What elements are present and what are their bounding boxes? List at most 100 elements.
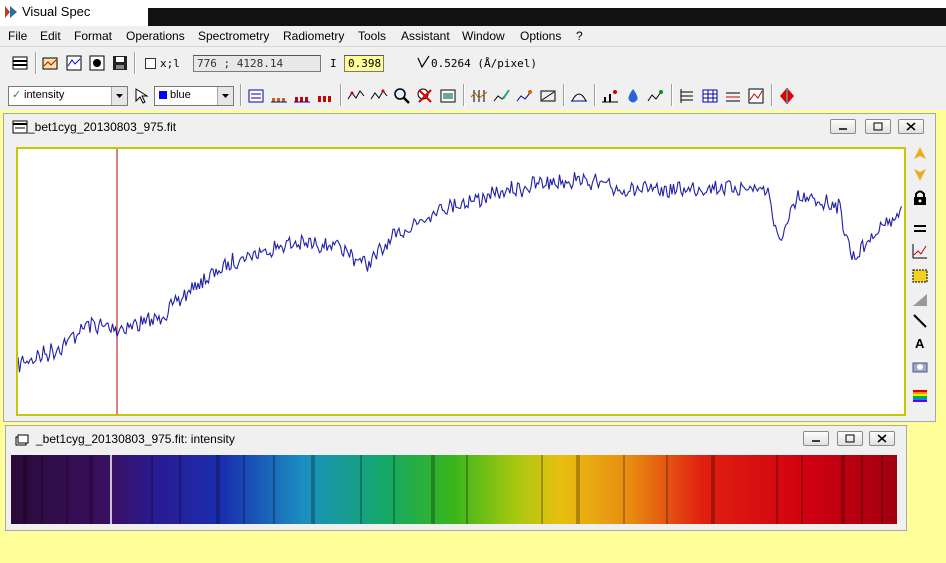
peak-icon[interactable] (316, 87, 334, 105)
absorption-line (179, 455, 181, 524)
absorption-line (711, 455, 715, 524)
svg-text:A: A (915, 336, 925, 351)
dispersion-readout: 0.5264 (Å/pixel) (431, 57, 537, 70)
xl-checkbox[interactable] (145, 58, 156, 69)
maximize-icon (845, 434, 855, 443)
intensity-field[interactable]: 0.398 (344, 55, 384, 72)
menu-window[interactable]: Window (462, 29, 505, 43)
zoom-icon[interactable] (393, 87, 411, 105)
continuum-icon[interactable] (601, 87, 619, 105)
menu-operations[interactable]: Operations (126, 29, 185, 43)
absorption-line (861, 455, 863, 524)
gradient-icon[interactable] (911, 290, 929, 308)
title-bar: Visual Spec (0, 0, 946, 26)
toolbar-separator (240, 84, 242, 106)
absorption-line (311, 455, 315, 524)
color-select-value: blue (170, 89, 191, 101)
absorption-line (360, 455, 362, 524)
maximize-button[interactable] (865, 119, 891, 134)
lines-icon[interactable] (470, 87, 488, 105)
main-toolbar: x;l 776 ; 4128.14 I 0.398 0.5264 (Å/pixe… (0, 47, 946, 81)
select-icon[interactable] (133, 87, 151, 105)
calibrate-icon[interactable] (347, 87, 365, 105)
menu-help[interactable]: ? (576, 29, 583, 43)
menu-spectrometry[interactable]: Spectrometry (198, 29, 269, 43)
multi-display-icon[interactable] (293, 87, 311, 105)
palette-icon[interactable] (911, 387, 929, 405)
grid-icon[interactable] (678, 87, 696, 105)
menu-file[interactable]: File (8, 29, 27, 43)
menu-radiometry[interactable]: Radiometry (283, 29, 344, 43)
spectrum-window-icon (15, 434, 29, 446)
dispersion-icon (417, 55, 430, 69)
box-icon[interactable] (911, 267, 929, 285)
vertical-toolbar: A (907, 143, 933, 418)
menu-assistant[interactable]: Assistant (401, 29, 450, 43)
nlines-icon[interactable] (647, 87, 665, 105)
save-icon[interactable] (111, 54, 129, 72)
open-icon[interactable] (41, 54, 59, 72)
camera-icon[interactable] (911, 357, 929, 375)
coordinate-field[interactable]: 776 ; 4128.14 (193, 55, 321, 72)
layers-icon[interactable] (11, 54, 29, 72)
graph-icon[interactable] (911, 242, 929, 260)
fit-icon[interactable] (570, 87, 588, 105)
absorption-line (466, 455, 468, 524)
profile-select[interactable]: ✓ intensity (8, 86, 128, 106)
image-icon[interactable] (439, 87, 457, 105)
remove-icon[interactable] (416, 87, 434, 105)
levels-icon[interactable] (724, 87, 742, 105)
lock-icon[interactable] (911, 189, 929, 207)
close-button[interactable] (869, 431, 895, 446)
arrow-up-icon[interactable] (911, 145, 929, 163)
dropdown-arrow-icon[interactable] (217, 87, 233, 105)
text-tool-icon[interactable]: A (911, 334, 929, 352)
absorption-line (216, 455, 220, 524)
profile-window: _bet1cyg_20130803_975.fit A (3, 113, 936, 422)
window-title: Visual Spec (22, 4, 91, 19)
dropdown-arrow-icon[interactable] (111, 87, 127, 105)
profile-plot[interactable] (16, 147, 906, 416)
edit-icon[interactable] (493, 87, 511, 105)
absorption-line (666, 455, 668, 524)
close-icon (906, 122, 916, 131)
zoom-profile-icon[interactable] (247, 87, 265, 105)
equal-icon[interactable] (911, 219, 929, 237)
close-button[interactable] (898, 119, 924, 134)
absorption-line (431, 455, 435, 524)
spectrum-color-image[interactable] (11, 455, 897, 524)
absorption-line (841, 455, 845, 524)
profile-graph[interactable] (17, 149, 904, 414)
absorption-line (89, 455, 93, 524)
water-icon[interactable] (624, 87, 642, 105)
open-image-icon[interactable] (88, 54, 106, 72)
menu-tools[interactable]: Tools (358, 29, 386, 43)
absorption-line (881, 455, 883, 524)
maximize-button[interactable] (837, 431, 863, 446)
absorption-line (576, 455, 580, 524)
profile-window-icon (12, 120, 28, 134)
smooth-icon[interactable] (516, 87, 534, 105)
minimize-button[interactable] (803, 431, 829, 446)
title-bar-background (148, 8, 946, 26)
frame-icon[interactable] (747, 87, 765, 105)
open-profile-icon[interactable] (65, 54, 83, 72)
menu-bar: File Edit Format Operations Spectrometry… (0, 26, 946, 47)
display-icon[interactable] (270, 87, 288, 105)
table-icon[interactable] (701, 87, 719, 105)
calibrate-2-icon[interactable] (370, 87, 388, 105)
line-tool-icon[interactable] (911, 312, 929, 330)
menu-format[interactable]: Format (74, 29, 112, 43)
pause-icon[interactable] (778, 87, 796, 105)
menu-options[interactable]: Options (520, 29, 561, 43)
color-select[interactable]: blue (154, 86, 234, 106)
menu-edit[interactable]: Edit (40, 29, 61, 43)
toolbar-separator (671, 84, 673, 106)
minimize-button[interactable] (830, 119, 856, 134)
absorption-line (623, 455, 625, 524)
absorption-line (243, 455, 245, 524)
measure-icon[interactable] (539, 87, 557, 105)
arrow-down-icon[interactable] (911, 165, 929, 183)
toolbar-separator (563, 84, 565, 106)
profile-window-title: _bet1cyg_20130803_975.fit (28, 120, 177, 134)
